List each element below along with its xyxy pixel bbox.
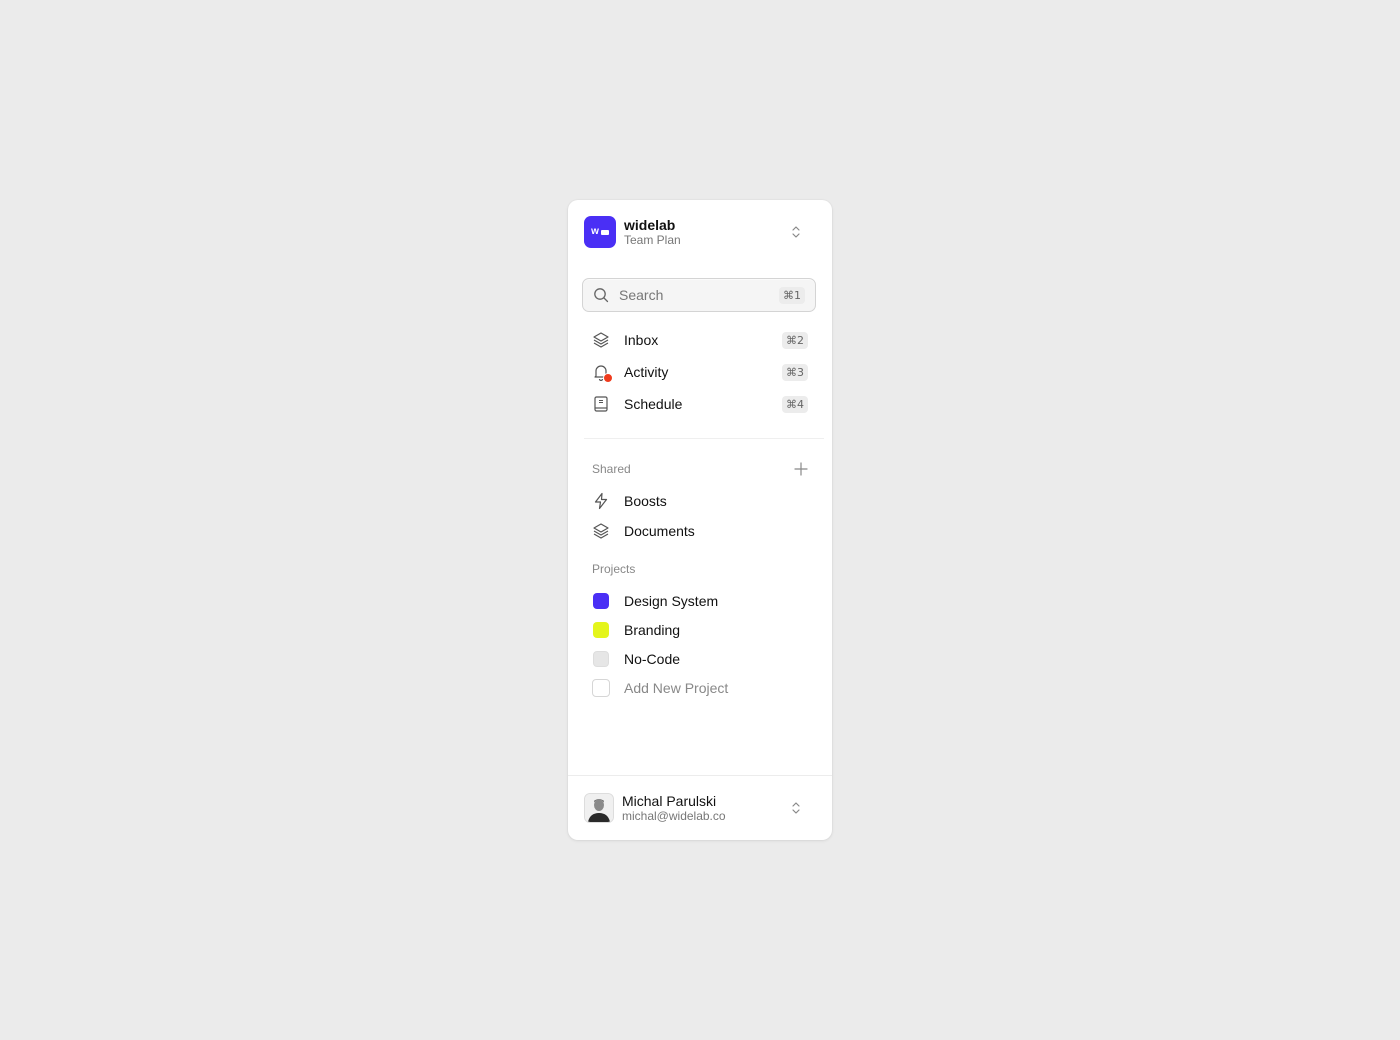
layers-icon bbox=[592, 522, 610, 540]
main-nav: Inbox ⌘2 Activity ⌘3 Schedule ⌘4 bbox=[584, 324, 816, 420]
user-name: Michal Parulski bbox=[622, 793, 717, 809]
layers-icon bbox=[592, 331, 610, 349]
shared-label: Documents bbox=[624, 523, 695, 539]
workspace-name: widelab bbox=[624, 217, 676, 233]
workspace-plan: Team Plan bbox=[624, 233, 681, 247]
user-email: michal@widelab.co bbox=[622, 809, 726, 823]
project-label: Design System bbox=[624, 592, 719, 609]
nav-shortcut: ⌘2 bbox=[782, 331, 808, 349]
search-icon bbox=[594, 288, 609, 303]
logo-letter: w bbox=[591, 226, 599, 237]
search-shortcut: ⌘1 bbox=[779, 286, 805, 304]
sidebar-panel: w widelab Team Plan Search ⌘1 Inbox ⌘2 A… bbox=[568, 200, 832, 840]
projects-heading: Projects bbox=[592, 562, 636, 576]
nav-shortcut: ⌘3 bbox=[782, 363, 808, 381]
search-placeholder: Search bbox=[619, 287, 664, 303]
workspace-switcher[interactable]: w widelab Team Plan bbox=[584, 216, 816, 248]
add-project-label: Add New Project bbox=[624, 679, 729, 696]
avatar bbox=[584, 793, 614, 823]
divider bbox=[584, 438, 824, 439]
project-item-design-system[interactable]: Design System bbox=[584, 586, 816, 615]
project-color-swatch bbox=[593, 592, 609, 609]
shared-list: Boosts Documents bbox=[584, 486, 816, 546]
shared-heading: Shared bbox=[592, 462, 631, 476]
add-shared-icon[interactable] bbox=[794, 462, 808, 476]
shared-label: Boosts bbox=[624, 493, 667, 509]
project-color-swatch bbox=[593, 650, 609, 667]
add-project-button[interactable]: Add New Project bbox=[584, 673, 816, 702]
projects-list: Design System Branding No-Code Add New P… bbox=[584, 586, 816, 702]
shared-item-boosts[interactable]: Boosts bbox=[584, 486, 816, 516]
chevron-up-down-icon[interactable] bbox=[790, 800, 802, 816]
search-input[interactable]: Search ⌘1 bbox=[582, 278, 816, 312]
footer-divider bbox=[568, 775, 832, 776]
nav-shortcut: ⌘4 bbox=[782, 395, 808, 413]
project-item-branding[interactable]: Branding bbox=[584, 615, 816, 644]
user-switcher[interactable]: Michal Parulski michal@widelab.co bbox=[584, 792, 816, 824]
chevron-up-down-icon[interactable] bbox=[790, 224, 802, 240]
empty-swatch-icon bbox=[592, 678, 610, 697]
book-icon bbox=[592, 395, 610, 413]
nav-item-activity[interactable]: Activity ⌘3 bbox=[584, 356, 816, 388]
nav-label: Inbox bbox=[624, 332, 659, 348]
nav-item-inbox[interactable]: Inbox ⌘2 bbox=[584, 324, 816, 356]
project-color-swatch bbox=[593, 621, 609, 638]
project-label: No-Code bbox=[624, 650, 681, 667]
workspace-logo: w bbox=[584, 216, 616, 248]
project-label: Branding bbox=[624, 621, 681, 638]
nav-label: Activity bbox=[624, 364, 669, 380]
notification-dot bbox=[603, 373, 613, 383]
nav-item-schedule[interactable]: Schedule ⌘4 bbox=[584, 388, 816, 420]
project-item-no-code[interactable]: No-Code bbox=[584, 644, 816, 673]
nav-label: Schedule bbox=[624, 396, 683, 412]
shared-item-documents[interactable]: Documents bbox=[584, 516, 816, 546]
logo-bar bbox=[600, 229, 609, 235]
bell-icon bbox=[592, 363, 613, 383]
lightning-icon bbox=[592, 492, 610, 510]
